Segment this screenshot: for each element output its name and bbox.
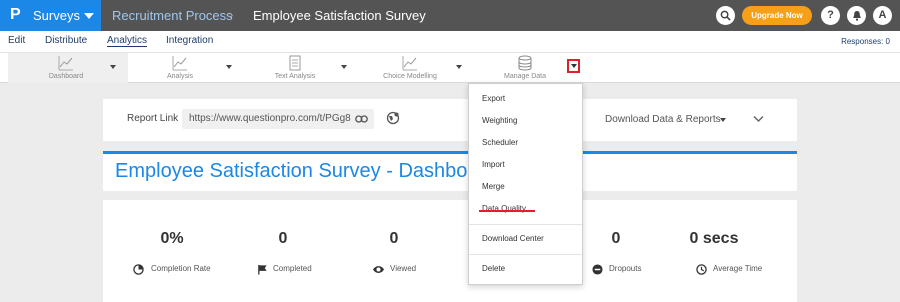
menu-item-merge[interactable]: Merge	[482, 182, 505, 191]
stat-viewed-label: Viewed	[390, 264, 417, 273]
nav-distribute[interactable]: Distribute	[45, 35, 87, 46]
stat-completed-value: 0	[278, 230, 288, 247]
chevron-down-icon	[571, 64, 577, 68]
survey-nav: Edit Distribute Analytics Integration Re…	[0, 31, 900, 53]
menu-divider	[469, 224, 582, 225]
tool-analysis[interactable]: Analysis	[140, 53, 220, 83]
clock-icon	[696, 264, 707, 275]
search-button[interactable]	[716, 6, 735, 25]
search-icon	[720, 10, 731, 21]
pie-icon	[133, 264, 144, 275]
database-icon	[518, 55, 532, 71]
stat-average-time-label: Average Time	[713, 264, 763, 273]
stat-completed-label: Completed	[273, 264, 312, 273]
report-url-text: https://www.questionpro.com/t/PGg8	[189, 113, 351, 124]
nav-analytics[interactable]: Analytics	[107, 35, 148, 47]
surveys-label: Surveys	[33, 8, 80, 23]
analysis-caret-icon[interactable]	[226, 65, 232, 69]
flag-icon	[258, 264, 267, 275]
menu-item-scheduler[interactable]: Scheduler	[482, 138, 518, 147]
dashboard-caret-icon[interactable]	[110, 65, 116, 69]
stat-average-time-value: 0 secs	[689, 230, 739, 247]
stat-completion-rate-value: 0%	[160, 230, 184, 247]
menu-item-import[interactable]: Import	[482, 160, 505, 169]
tool-manage-data-label: Manage Data	[503, 73, 547, 80]
download-data-reports-button[interactable]: Download Data & Reports	[605, 114, 721, 125]
data-quality-highlight-underline	[479, 210, 535, 212]
help-button[interactable]: ?	[821, 6, 840, 25]
title-accent-bar	[103, 151, 797, 154]
tool-manage-data[interactable]: Manage Data	[485, 53, 565, 83]
nav-integration[interactable]: Integration	[166, 35, 213, 46]
line-chart-icon	[58, 56, 73, 71]
nav-edit[interactable]: Edit	[8, 35, 25, 46]
text-analysis-caret-icon[interactable]	[341, 65, 347, 69]
link-icon[interactable]	[355, 114, 368, 124]
menu-item-delete[interactable]: Delete	[482, 264, 505, 273]
page-title: Employee Satisfaction Survey - Dashbo	[115, 160, 468, 182]
stat-dropouts-label: Dropouts	[609, 264, 642, 273]
bell-icon	[852, 11, 861, 21]
top-bar: P Surveys Recruitment Process › Employee…	[0, 0, 900, 31]
stat-completion-rate-label: Completion Rate	[151, 264, 211, 273]
choice-modelling-caret-icon[interactable]	[456, 65, 462, 69]
globe-settings-icon[interactable]	[386, 111, 400, 125]
analytics-toolbar: Dashboard Analysis Text Analysis Choice …	[0, 53, 900, 83]
menu-item-export[interactable]: Export	[482, 94, 505, 103]
tool-text-analysis-label: Text Analysis	[274, 73, 316, 80]
stats-card	[103, 200, 797, 302]
surveys-menu-button[interactable]: P Surveys	[0, 0, 101, 31]
chevron-down-icon[interactable]	[753, 115, 764, 123]
tool-analysis-label: Analysis	[166, 73, 194, 80]
eye-icon	[373, 266, 384, 273]
minus-circle-icon	[592, 264, 603, 275]
download-caret-icon[interactable]	[720, 118, 726, 122]
menu-divider	[469, 254, 582, 255]
line-chart-icon	[402, 56, 417, 71]
line-chart-icon	[172, 56, 187, 71]
account-avatar[interactable]: A	[873, 6, 892, 25]
breadcrumb-survey-title: Employee Satisfaction Survey	[253, 8, 426, 23]
tool-choice-modelling-label: Choice Modelling	[383, 73, 437, 80]
chevron-down-icon	[84, 13, 94, 19]
menu-item-download-center[interactable]: Download Center	[482, 234, 544, 243]
notifications-button[interactable]	[847, 6, 866, 25]
responses-count: Responses: 0	[841, 37, 890, 46]
tool-dashboard-label: Dashboard	[48, 73, 84, 80]
breadcrumb-separator-icon: ›	[229, 7, 234, 22]
menu-item-weighting[interactable]: Weighting	[482, 116, 517, 125]
stat-viewed-value: 0	[389, 230, 399, 247]
questionpro-logo: P	[10, 6, 21, 23]
upgrade-now-button[interactable]: Upgrade Now	[742, 6, 812, 25]
manage-data-dropdown-menu: Export Weighting Scheduler Import Merge …	[468, 83, 583, 285]
tool-text-analysis[interactable]: Text Analysis	[255, 53, 335, 83]
tool-choice-modelling[interactable]: Choice Modelling	[370, 53, 450, 83]
breadcrumb-folder-link[interactable]: Recruitment Process	[112, 8, 233, 23]
report-link-label: Report Link	[127, 113, 179, 124]
document-icon	[289, 55, 301, 71]
manage-data-dropdown-toggle[interactable]	[567, 59, 580, 73]
